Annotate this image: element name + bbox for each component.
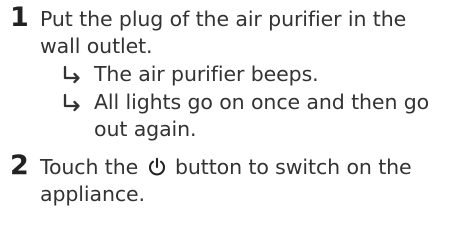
- result-arrow-icon: [62, 89, 84, 116]
- result-text: The air purifier beeps.: [94, 62, 319, 86]
- instruction-document: 1 Put the plug of the air purifier in th…: [0, 0, 464, 242]
- step-text-before-icon: Touch the: [40, 155, 139, 179]
- result-text: All lights go on once and then go out ag…: [94, 90, 430, 141]
- power-icon: [147, 157, 167, 177]
- step-number: 1: [10, 2, 29, 33]
- step-number: 2: [10, 150, 29, 181]
- result-arrow-icon: [62, 61, 84, 88]
- step-text: Put the plug of the air purifier in the …: [40, 7, 407, 58]
- step-text: Touch the button to switch on the applia…: [40, 154, 450, 208]
